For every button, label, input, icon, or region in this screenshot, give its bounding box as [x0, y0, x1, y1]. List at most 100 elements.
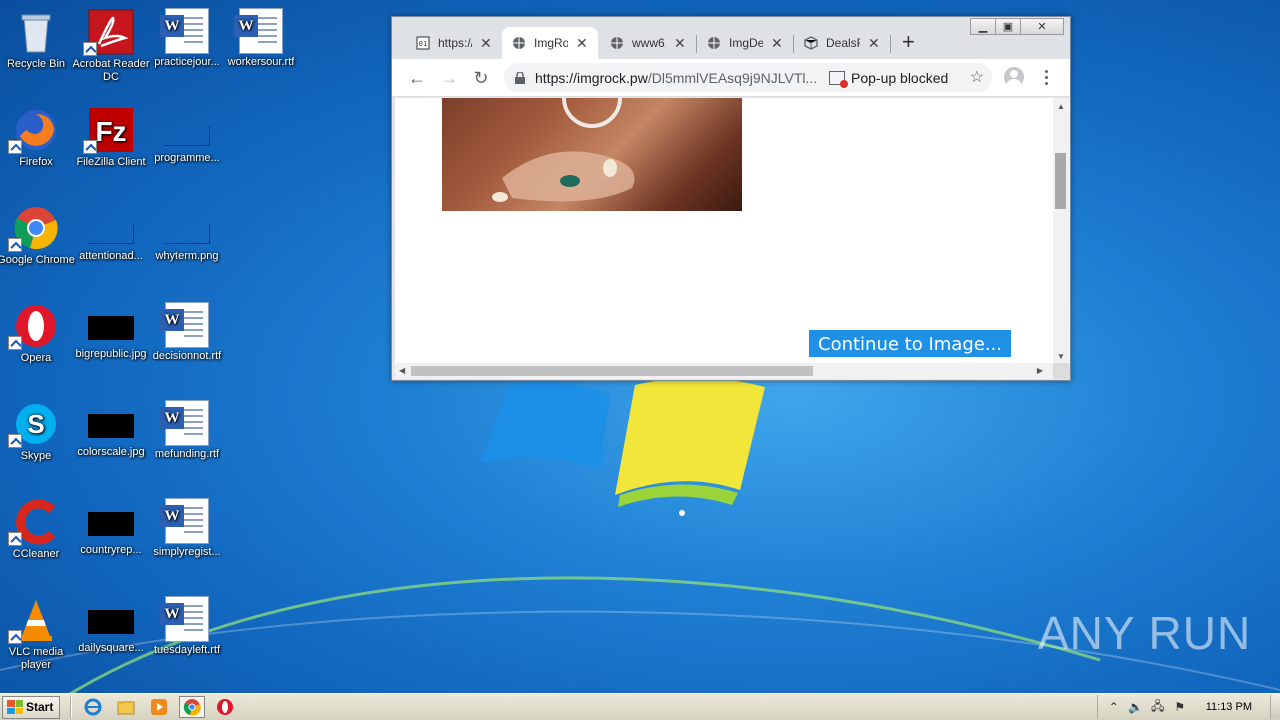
start-button[interactable]: Start [2, 695, 61, 719]
desktop-icon-filezilla[interactable]: Fz FileZilla Client [72, 106, 150, 169]
desktop-icon-opera[interactable]: Opera [0, 302, 75, 365]
tab-https[interactable]: 01 https:// ✕ [406, 27, 502, 59]
desktop-icon-label: Google Chrome [0, 254, 75, 266]
taskbar-chrome-button[interactable] [179, 696, 206, 718]
forward-button[interactable]: → [438, 67, 460, 89]
desktop-icon-whyterm[interactable]: whyterm.png [148, 204, 226, 263]
clock[interactable]: 11:13 PM [1206, 701, 1252, 713]
new-tab-button[interactable]: + [902, 31, 915, 53]
tab-close-icon[interactable]: ✕ [674, 35, 686, 52]
taskbar-ie-button[interactable] [80, 696, 106, 718]
tab-divider [890, 35, 891, 53]
media-player-icon [151, 699, 168, 715]
desktop-icon-recycle-bin[interactable]: Recycle Bin [0, 8, 75, 71]
desktop-icon-acrobat[interactable]: Acrobat Reader DC [72, 8, 150, 84]
desktop-icon-chrome[interactable]: Google Chrome [0, 204, 75, 267]
tab-title: ImgRock [534, 36, 568, 50]
vertical-scroll-thumb[interactable] [1055, 153, 1066, 209]
bookmark-star-icon[interactable]: ☆ [970, 67, 984, 87]
windows-flag-icon [7, 700, 23, 714]
desktop-icon-practicejour[interactable]: W practicejour... [148, 8, 226, 69]
chrome-icon [184, 699, 202, 716]
horizontal-scroll-thumb[interactable] [411, 366, 813, 376]
show-desktop-button[interactable] [1270, 695, 1280, 719]
browser-menu-button[interactable] [1038, 67, 1054, 87]
back-button[interactable]: ← [406, 67, 428, 89]
chrome-browser-window: ▁ ▣ ✕ 01 https:// ✕ ImgRock ✕ www6. ✕ Im… [391, 16, 1071, 381]
url-text: https://imgrock.pw/Dl5mmlVEAsq9j9NJLVTl.… [535, 70, 817, 86]
acrobat-icon [83, 8, 135, 56]
system-tray: ⌃ 🔈 🖧 ⚑ 11:13 PM [1096, 695, 1280, 719]
scroll-left-arrow-icon[interactable]: ◀ [399, 366, 405, 375]
scrollbar-corner [1053, 363, 1070, 379]
word-document-icon: W [234, 8, 283, 54]
tab-close-icon[interactable]: ✕ [480, 35, 492, 52]
desktop-icon-countryrep[interactable]: countryrep... [72, 498, 150, 557]
image-thumbnail-icon [88, 224, 134, 244]
scroll-down-arrow-icon[interactable]: ▼ [1057, 352, 1065, 361]
taskbar-opera-button[interactable] [212, 696, 238, 718]
tab-title: ImgDew [729, 36, 763, 50]
desktop-icon-tuesdayleft[interactable]: W tuesdayleft.rtf [148, 596, 226, 657]
desktop-icon-simplyregist[interactable]: W simplyregist... [148, 498, 226, 559]
action-center-flag-icon[interactable]: ⚑ [1172, 699, 1188, 715]
desktop-icon-skype[interactable]: S Skype [0, 400, 75, 463]
taskbar: Start ⌃ 🔈 🖧 ⚑ 11:13 PM [0, 693, 1280, 720]
desktop-icon-firefox[interactable]: Firefox [0, 106, 75, 169]
minimize-button[interactable]: ▁ [970, 18, 996, 35]
windows-logo-wallpaper [480, 377, 765, 516]
show-hidden-icons-arrow-icon[interactable]: ⌃ [1106, 699, 1122, 715]
image-thumbnail-icon [164, 224, 210, 244]
tab-close-icon[interactable]: ✕ [868, 35, 880, 52]
desktop-icon-label: Opera [20, 352, 52, 364]
desktop-icon-label: tuesdayleft.rtf [153, 644, 221, 656]
scroll-right-arrow-icon[interactable]: ▶ [1037, 366, 1043, 375]
reload-button[interactable]: ↻ [470, 67, 492, 89]
image-thumbnail-icon [88, 316, 134, 340]
desktop-icon-vlc[interactable]: VLC media player [0, 596, 75, 672]
horizontal-scrollbar[interactable]: ◀ ▶ [395, 363, 1053, 379]
tab-title: https:// [438, 36, 472, 50]
desktop-icon-bigrepublic[interactable]: bigrepublic.jpg [72, 302, 150, 361]
desktop-icon-label: CCleaner [12, 548, 60, 560]
internet-explorer-icon [84, 698, 102, 716]
desktop-icon-dailysquare[interactable]: dailysquare... [72, 596, 150, 655]
continue-to-image-button[interactable]: Continue to Image... [808, 329, 1012, 358]
tab-imgrock[interactable]: ImgRock ✕ [502, 27, 598, 59]
vertical-scrollbar[interactable]: ▲ ▼ [1053, 98, 1070, 363]
desktop-icon-workersour[interactable]: W workersour.rtf [222, 8, 300, 69]
scroll-up-arrow-icon[interactable]: ▲ [1057, 102, 1065, 111]
desktop-icon-programme[interactable]: programme... [148, 106, 226, 165]
restore-button[interactable]: ▣ [995, 18, 1021, 35]
image-thumbnail-icon [88, 610, 134, 634]
desktop-icon-ccleaner[interactable]: CCleaner [0, 498, 75, 561]
tab-imgdew[interactable]: ImgDew ✕ [697, 27, 793, 59]
tab-dealsf[interactable]: DealsF ✕ [794, 27, 890, 59]
profile-avatar-icon[interactable] [1004, 67, 1024, 87]
taskbar-divider [70, 696, 73, 718]
tab-close-icon[interactable]: ✕ [576, 35, 588, 52]
desktop-icon-decisionnot[interactable]: W decisionnot.rtf [148, 302, 226, 363]
network-icon[interactable]: 🖧 [1150, 699, 1166, 715]
desktop-icon-label: Acrobat Reader DC [72, 58, 150, 83]
word-document-icon: W [160, 400, 209, 446]
popup-blocked-label: Pop-up blocked [851, 69, 949, 86]
address-bar[interactable]: https://imgrock.pw/Dl5mmlVEAsq9j9NJLVTl.… [504, 63, 992, 92]
desktop-icon-attentionad[interactable]: attentionad... [72, 204, 150, 263]
tab-close-icon[interactable]: ✕ [771, 35, 783, 52]
window-controls: ▁ ▣ ✕ [970, 18, 1064, 35]
start-label: Start [26, 700, 54, 714]
desktop-icon-colorscale[interactable]: colorscale.jpg [72, 400, 150, 459]
browser-toolbar: ← → ↻ https://imgrock.pw/Dl5mmlVEAsq9j9N… [392, 59, 1070, 97]
popup-blocked-indicator[interactable]: Pop-up blocked [829, 69, 949, 88]
desktop-icon-mefunding[interactable]: W mefunding.rtf [148, 400, 226, 461]
tab-www6[interactable]: www6. ✕ [600, 27, 696, 59]
chrome-icon [8, 204, 60, 252]
video-thumbnail[interactable] [442, 98, 742, 211]
volume-icon[interactable]: 🔈 [1128, 699, 1144, 715]
close-window-button[interactable]: ✕ [1020, 18, 1064, 35]
taskbar-explorer-button[interactable] [113, 696, 139, 718]
tab-strip: ▁ ▣ ✕ 01 https:// ✕ ImgRock ✕ www6. ✕ Im… [392, 17, 1070, 59]
taskbar-media-player-button[interactable] [146, 696, 172, 718]
desktop-icon-label: simplyregist... [153, 546, 221, 558]
